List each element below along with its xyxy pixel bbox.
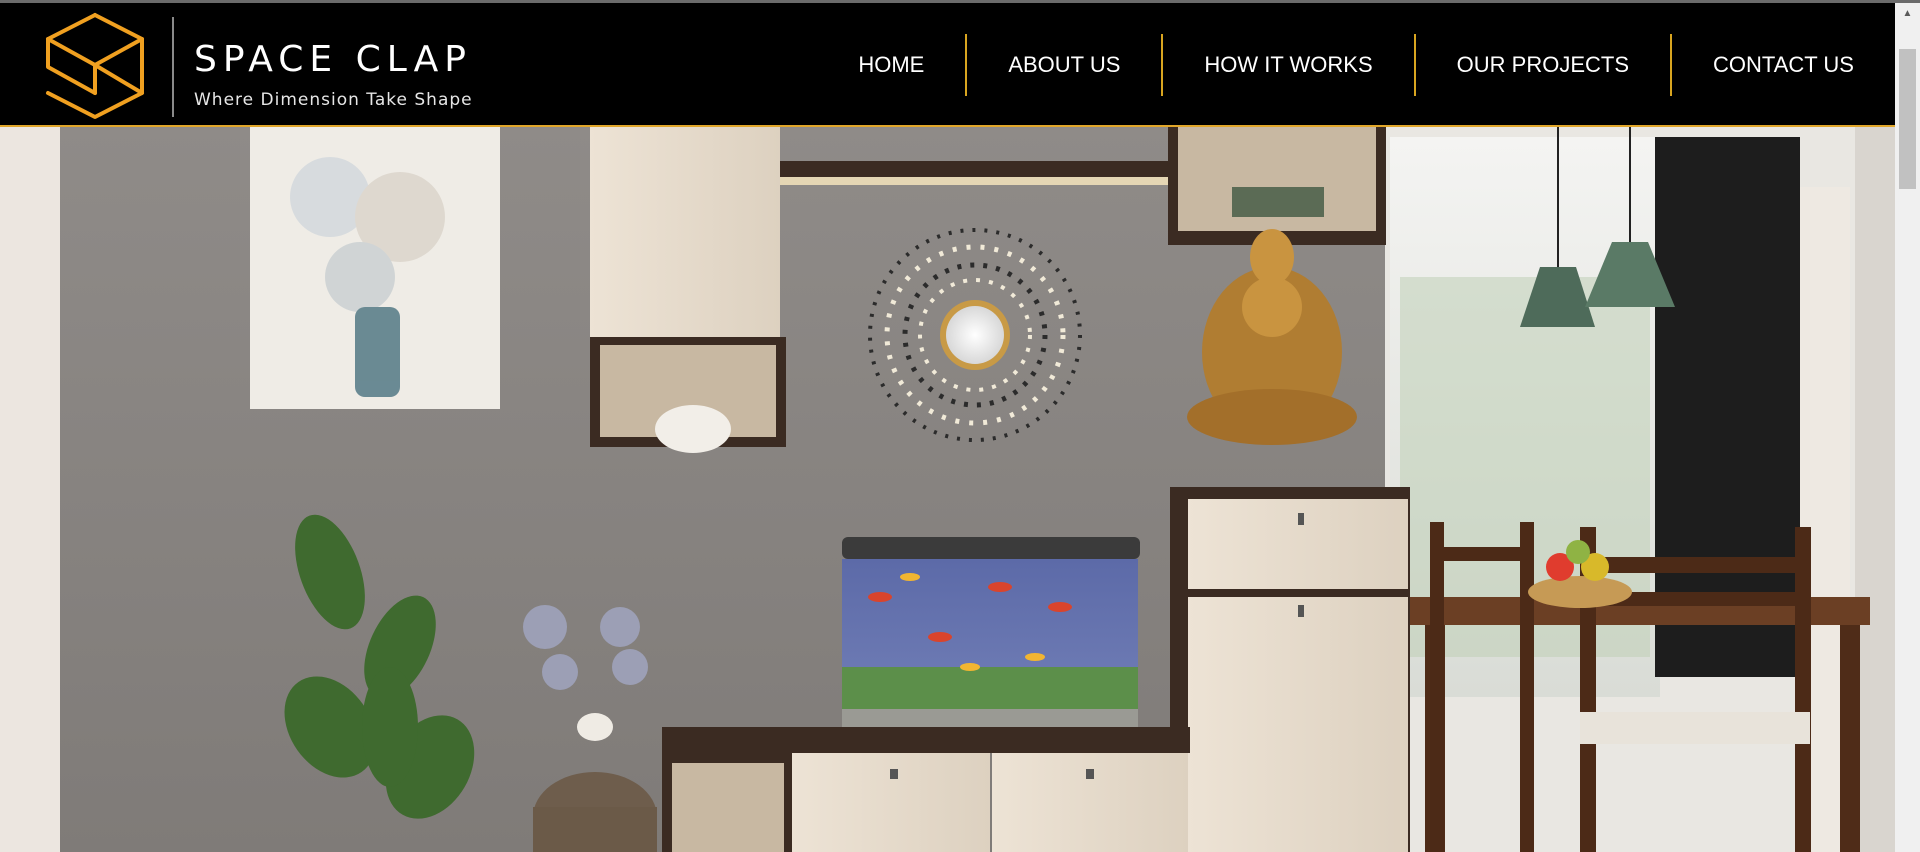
nav-about-us[interactable]: ABOUT US bbox=[967, 33, 1161, 97]
main-nav: HOME ABOUT US HOW IT WORKS OUR PROJECTS … bbox=[817, 33, 1895, 97]
site-header: SPACE CLAP Where Dimension Take Shape HO… bbox=[0, 3, 1895, 127]
brand-tagline: Where Dimension Take Shape bbox=[194, 90, 473, 110]
logo-divider bbox=[172, 17, 174, 117]
scroll-up-arrow-icon[interactable]: ▲ bbox=[1895, 3, 1920, 23]
vertical-scrollbar[interactable]: ▲ bbox=[1895, 3, 1920, 852]
nav-home[interactable]: HOME bbox=[817, 33, 965, 97]
brand-name: SPACE CLAP bbox=[194, 39, 472, 80]
page: SPACE CLAP Where Dimension Take Shape HO… bbox=[0, 0, 1920, 852]
hero-image bbox=[0, 127, 1895, 852]
cube-logo-icon bbox=[46, 13, 144, 119]
brand-logo[interactable]: SPACE CLAP Where Dimension Take Shape bbox=[42, 9, 482, 121]
nav-our-projects[interactable]: OUR PROJECTS bbox=[1416, 33, 1670, 97]
nav-contact-us[interactable]: CONTACT US bbox=[1672, 33, 1895, 97]
nav-how-it-works[interactable]: HOW IT WORKS bbox=[1163, 33, 1413, 97]
scrollbar-thumb[interactable] bbox=[1899, 49, 1916, 189]
interior-scene bbox=[0, 127, 1895, 852]
